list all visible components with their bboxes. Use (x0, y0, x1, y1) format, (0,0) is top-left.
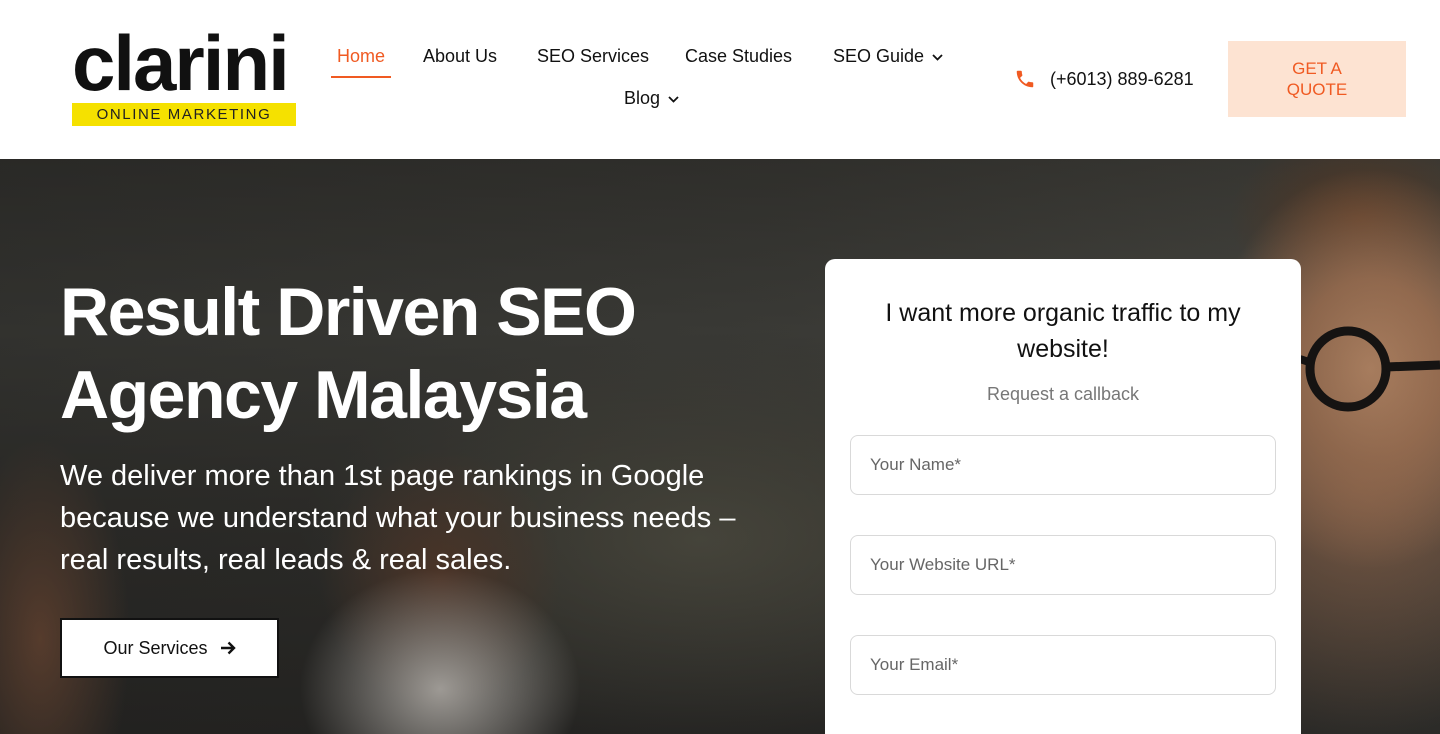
nav-item-home[interactable]: Home (330, 40, 392, 78)
logo-wordmark: clarini (72, 19, 290, 107)
callback-form: I want more organic traffic to my websit… (825, 259, 1301, 734)
name-field[interactable] (850, 435, 1276, 495)
form-subtitle: Request a callback (986, 384, 1140, 404)
hero-title: Result Driven SEO Agency Malaysia (60, 274, 637, 433)
chevron-down-icon (668, 96, 679, 103)
nav-item-case-studies[interactable]: Case Studies (685, 40, 792, 72)
nav-item-seo-services[interactable]: SEO Services (537, 40, 649, 72)
chevron-down-icon (932, 54, 943, 61)
email-field[interactable] (850, 635, 1276, 695)
phone-link[interactable]: (+6013) 889-6281 (1014, 63, 1194, 95)
nav-item-blog-label: Blog (624, 88, 661, 108)
site-header: clarini ONLINE MARKETING Home About Us S… (0, 0, 1440, 159)
main-nav: Home About Us SEO Services Case Studies … (319, 40, 959, 130)
nav-item-seo-guide[interactable]: SEO Guide (833, 40, 943, 72)
phone-icon (1016, 70, 1034, 88)
get-quote-button[interactable]: GET A QUOTE (1228, 41, 1406, 117)
nav-item-blog[interactable]: Blog (624, 82, 679, 114)
hero-section: Result Driven SEO Agency Malaysia We del… (0, 159, 1440, 734)
nav-item-seo-guide-label: SEO Guide (833, 46, 925, 66)
arrow-right-icon (220, 641, 236, 655)
nav-item-about-us[interactable]: About Us (423, 40, 497, 72)
phone-number: (+6013) 889-6281 (1050, 68, 1194, 89)
brand-logo[interactable]: clarini ONLINE MARKETING (72, 19, 296, 126)
form-title: I want more organic traffic to my websit… (885, 299, 1241, 363)
hero-subtitle: We deliver more than 1st page rankings i… (60, 460, 736, 576)
website-url-field[interactable] (850, 535, 1276, 595)
hero-photo-glasses (1300, 326, 1440, 412)
logo-tagline: ONLINE MARKETING (72, 103, 296, 126)
our-services-label: Our Services (103, 637, 208, 658)
our-services-button[interactable]: Our Services (60, 618, 279, 678)
